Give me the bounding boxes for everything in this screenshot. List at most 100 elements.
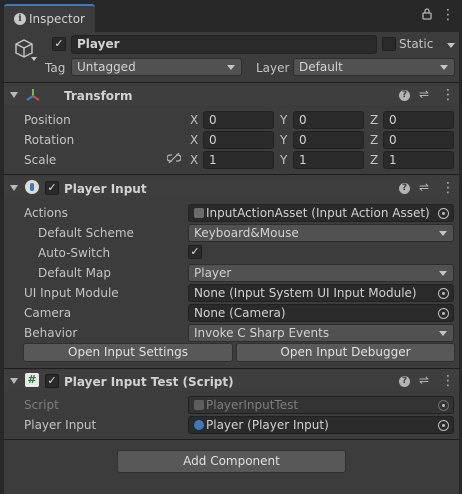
script-file-icon xyxy=(194,400,204,410)
transform-title: Transform xyxy=(64,89,133,103)
help-icon[interactable]: ? xyxy=(399,376,410,387)
position-y-field[interactable]: 0 xyxy=(293,111,364,129)
help-icon[interactable]: ? xyxy=(399,183,410,194)
chevron-down-icon xyxy=(227,65,235,70)
tag-dropdown[interactable]: Untagged xyxy=(71,58,242,76)
default-map-value: Player xyxy=(194,266,232,280)
scale-x-field[interactable]: 1 xyxy=(203,151,274,169)
player-input-foldout-icon[interactable] xyxy=(10,185,18,191)
player-input-test-title: Player Input Test (Script) xyxy=(64,375,234,389)
script-label: Script xyxy=(24,398,59,412)
player-input-test-enabled-checkbox[interactable]: ✓ xyxy=(45,374,59,388)
divider xyxy=(4,368,459,369)
more-options-icon[interactable]: ⋮ xyxy=(441,87,455,103)
object-picker-icon xyxy=(438,400,449,411)
divider xyxy=(4,82,459,83)
player-input-test-foldout-icon[interactable] xyxy=(10,378,18,384)
object-picker-icon[interactable] xyxy=(438,288,449,299)
position-z-field[interactable]: 0 xyxy=(383,111,454,129)
inspector-info-icon: i xyxy=(14,13,26,25)
auto-switch-label: Auto-Switch xyxy=(38,246,111,260)
object-picker-icon[interactable] xyxy=(438,208,449,219)
axis-z-label: Z xyxy=(370,133,379,147)
actions-value: InputActionAsset (Input Action Asset) xyxy=(206,206,430,220)
object-picker-icon[interactable] xyxy=(438,420,449,431)
constrain-proportions-icon[interactable] xyxy=(166,152,182,167)
tag-label: Tag xyxy=(45,61,66,75)
preset-icon[interactable]: ⇌ xyxy=(419,373,429,387)
axis-x-label: X xyxy=(190,153,199,167)
scale-label: Scale xyxy=(24,153,57,167)
gameobject-name-input[interactable]: Player xyxy=(71,35,377,54)
ui-input-module-label: UI Input Module xyxy=(24,286,119,300)
default-scheme-dropdown[interactable]: Keyboard&Mouse xyxy=(188,224,454,242)
more-options-icon[interactable]: ⋮ xyxy=(441,7,455,23)
layer-dropdown[interactable]: Default xyxy=(293,58,455,76)
tag-value: Untagged xyxy=(77,60,136,74)
position-label: Position xyxy=(24,113,71,127)
more-options-icon[interactable]: ⋮ xyxy=(441,180,455,196)
input-action-asset-icon xyxy=(194,208,204,218)
default-scheme-value: Keyboard&Mouse xyxy=(194,226,299,240)
camera-value: None (Camera) xyxy=(194,306,286,320)
default-map-dropdown[interactable]: Player xyxy=(188,264,454,282)
open-input-settings-button[interactable]: Open Input Settings xyxy=(23,343,233,362)
player-input-ref-field[interactable]: Player (Player Input) xyxy=(188,416,454,434)
add-component-button[interactable]: Add Component xyxy=(117,450,346,473)
rotation-z-field[interactable]: 0 xyxy=(383,131,454,149)
lock-icon[interactable] xyxy=(422,8,432,24)
script-field: PlayerInputTest xyxy=(188,396,454,414)
rotation-y-field[interactable]: 0 xyxy=(293,131,364,149)
icon-dropdown-icon[interactable] xyxy=(31,57,37,61)
player-input-title: Player Input xyxy=(64,182,147,196)
tab-inspector[interactable]: i Inspector xyxy=(4,4,95,32)
chevron-down-icon xyxy=(440,65,448,70)
actions-object-field[interactable]: InputActionAsset (Input Action Asset) xyxy=(188,204,454,222)
rotation-x-field[interactable]: 0 xyxy=(203,131,274,149)
player-input-ref-label: Player Input xyxy=(24,418,97,432)
static-label: Static xyxy=(399,37,434,51)
player-input-icon xyxy=(194,420,204,430)
behavior-label: Behavior xyxy=(24,326,78,340)
chevron-down-icon xyxy=(439,231,447,236)
open-input-debugger-button[interactable]: Open Input Debugger xyxy=(236,343,455,362)
ui-input-module-field[interactable]: None (Input System UI Input Module) xyxy=(188,284,454,302)
position-x-field[interactable]: 0 xyxy=(203,111,274,129)
axis-x-label: X xyxy=(190,113,199,127)
more-options-icon[interactable]: ⋮ xyxy=(441,373,455,389)
chevron-down-icon xyxy=(439,271,447,276)
axis-y-label: Y xyxy=(280,133,288,147)
static-dropdown-icon[interactable] xyxy=(447,43,455,48)
behavior-dropdown[interactable]: Invoke C Sharp Events xyxy=(188,324,454,342)
actions-label: Actions xyxy=(24,206,68,220)
preset-icon[interactable]: ⇌ xyxy=(419,87,429,101)
player-input-enabled-checkbox[interactable]: ✓ xyxy=(45,181,59,195)
default-scheme-label: Default Scheme xyxy=(38,226,134,240)
divider xyxy=(4,439,459,440)
gameobject-active-checkbox[interactable]: ✓ xyxy=(52,37,66,51)
axis-y-label: Y xyxy=(280,153,288,167)
scale-z-field[interactable]: 1 xyxy=(383,151,454,169)
axis-z-label: Z xyxy=(370,153,379,167)
static-checkbox[interactable] xyxy=(382,37,396,51)
camera-label: Camera xyxy=(24,306,72,320)
rotation-label: Rotation xyxy=(24,133,75,147)
transform-foldout-icon[interactable] xyxy=(10,92,18,98)
player-input-ref-value: Player (Player Input) xyxy=(206,418,329,432)
ui-input-module-value: None (Input System UI Input Module) xyxy=(194,286,417,300)
auto-switch-checkbox[interactable]: ✓ xyxy=(188,245,202,259)
help-icon[interactable]: ? xyxy=(399,90,410,101)
object-picker-icon[interactable] xyxy=(438,308,449,319)
tab-label: Inspector xyxy=(29,12,85,26)
axis-x-label: X xyxy=(190,133,199,147)
player-input-icon xyxy=(25,180,39,194)
script-value: PlayerInputTest xyxy=(206,398,299,412)
layer-value: Default xyxy=(299,60,343,74)
script-icon: # xyxy=(25,373,39,387)
layer-label: Layer xyxy=(256,61,290,75)
transform-icon xyxy=(25,87,41,106)
camera-field[interactable]: None (Camera) xyxy=(188,304,454,322)
tab-bar: i Inspector ⋮ xyxy=(0,0,462,32)
scale-y-field[interactable]: 1 xyxy=(293,151,364,169)
preset-icon[interactable]: ⇌ xyxy=(419,180,429,194)
